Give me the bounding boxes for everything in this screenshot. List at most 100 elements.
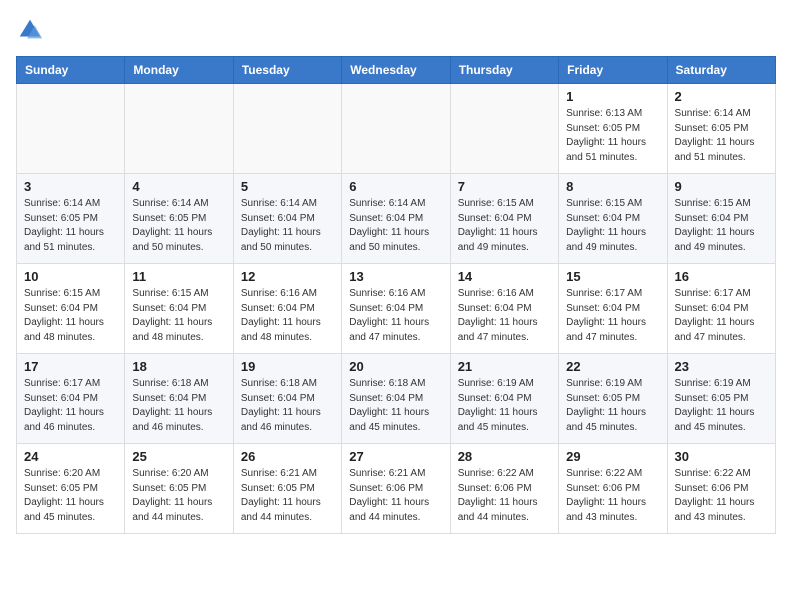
calendar-header-tuesday: Tuesday bbox=[233, 57, 341, 84]
calendar-cell bbox=[450, 84, 558, 174]
day-info: Sunrise: 6:14 AM Sunset: 6:04 PM Dayligh… bbox=[241, 197, 334, 255]
calendar-cell: 3Sunrise: 6:14 AM Sunset: 6:05 PM Daylig… bbox=[17, 174, 125, 264]
calendar-cell: 9 Sunrise: 6:15 AM Sunset: 6:04 PM Daylig… bbox=[667, 174, 775, 264]
day-number: 18 bbox=[132, 359, 225, 374]
day-info: Sunrise: 6:19 AM Sunset: 6:05 PM Dayligh… bbox=[675, 377, 768, 435]
calendar-cell: 23 Sunrise: 6:19 AM Sunset: 6:05 PM Dayli… bbox=[667, 354, 775, 444]
day-number: 30 bbox=[675, 449, 768, 464]
calendar-table: SundayMondayTuesdayWednesdayThursdayFrid… bbox=[16, 56, 776, 534]
day-info: Sunrise: 6:19 AM Sunset: 6:04 PM Dayligh… bbox=[458, 377, 551, 435]
day-info: Sunrise: 6:19 AM Sunset: 6:05 PM Dayligh… bbox=[566, 377, 659, 435]
day-number: 17 bbox=[24, 359, 117, 374]
day-info: Sunrise: 6:21 AM Sunset: 6:05 PM Dayligh… bbox=[241, 467, 334, 525]
day-number: 21 bbox=[458, 359, 551, 374]
logo bbox=[16, 16, 50, 44]
day-number: 12 bbox=[241, 269, 334, 284]
day-number: 16 bbox=[675, 269, 768, 284]
day-number: 27 bbox=[349, 449, 442, 464]
calendar-cell: 2 Sunrise: 6:14 AM Sunset: 6:05 PM Daylig… bbox=[667, 84, 775, 174]
calendar-header-friday: Friday bbox=[559, 57, 667, 84]
calendar-cell: 22 Sunrise: 6:19 AM Sunset: 6:05 PM Dayli… bbox=[559, 354, 667, 444]
day-info: Sunrise: 6:17 AM Sunset: 6:04 PM Dayligh… bbox=[566, 287, 659, 345]
day-number: 9 bbox=[675, 179, 768, 194]
day-info: Sunrise: 6:21 AM Sunset: 6:06 PM Dayligh… bbox=[349, 467, 442, 525]
day-info: Sunrise: 6:17 AM Sunset: 6:04 PM Dayligh… bbox=[24, 377, 117, 435]
day-number: 28 bbox=[458, 449, 551, 464]
calendar-cell: 15Sunrise: 6:17 AM Sunset: 6:04 PM Dayli… bbox=[559, 264, 667, 354]
day-info: Sunrise: 6:15 AM Sunset: 6:04 PM Dayligh… bbox=[24, 287, 117, 345]
day-number: 7 bbox=[458, 179, 551, 194]
calendar-cell: 19 Sunrise: 6:18 AM Sunset: 6:04 PM Dayli… bbox=[233, 354, 341, 444]
page-header bbox=[16, 16, 776, 44]
calendar-cell: 8Sunrise: 6:15 AM Sunset: 6:04 PM Daylig… bbox=[559, 174, 667, 264]
calendar-header-thursday: Thursday bbox=[450, 57, 558, 84]
day-info: Sunrise: 6:22 AM Sunset: 6:06 PM Dayligh… bbox=[566, 467, 659, 525]
day-info: Sunrise: 6:15 AM Sunset: 6:04 PM Dayligh… bbox=[132, 287, 225, 345]
day-info: Sunrise: 6:17 AM Sunset: 6:04 PM Dayligh… bbox=[675, 287, 768, 345]
day-number: 6 bbox=[349, 179, 442, 194]
day-number: 20 bbox=[349, 359, 442, 374]
calendar-cell bbox=[17, 84, 125, 174]
day-number: 11 bbox=[132, 269, 225, 284]
calendar-week-row: 1 Sunrise: 6:13 AM Sunset: 6:05 PM Daylig… bbox=[17, 84, 776, 174]
day-info: Sunrise: 6:18 AM Sunset: 6:04 PM Dayligh… bbox=[349, 377, 442, 435]
calendar-cell: 18 Sunrise: 6:18 AM Sunset: 6:04 PM Dayli… bbox=[125, 354, 233, 444]
calendar-cell: 13 Sunrise: 6:16 AM Sunset: 6:04 PM Dayli… bbox=[342, 264, 450, 354]
calendar-week-row: 17 Sunrise: 6:17 AM Sunset: 6:04 PM Dayli… bbox=[17, 354, 776, 444]
calendar-header-monday: Monday bbox=[125, 57, 233, 84]
calendar-header-row: SundayMondayTuesdayWednesdayThursdayFrid… bbox=[17, 57, 776, 84]
calendar-cell: 16 Sunrise: 6:17 AM Sunset: 6:04 PM Dayli… bbox=[667, 264, 775, 354]
day-number: 25 bbox=[132, 449, 225, 464]
calendar-cell: 27 Sunrise: 6:21 AM Sunset: 6:06 PM Dayli… bbox=[342, 444, 450, 534]
calendar-cell: 10 Sunrise: 6:15 AM Sunset: 6:04 PM Dayli… bbox=[17, 264, 125, 354]
day-info: Sunrise: 6:15 AM Sunset: 6:04 PM Dayligh… bbox=[458, 197, 551, 255]
day-number: 10 bbox=[24, 269, 117, 284]
calendar-cell: 21 Sunrise: 6:19 AM Sunset: 6:04 PM Dayli… bbox=[450, 354, 558, 444]
day-number: 22 bbox=[566, 359, 659, 374]
day-info: Sunrise: 6:14 AM Sunset: 6:05 PM Dayligh… bbox=[132, 197, 225, 255]
calendar-cell: 6 Sunrise: 6:14 AM Sunset: 6:04 PM Daylig… bbox=[342, 174, 450, 264]
day-info: Sunrise: 6:20 AM Sunset: 6:05 PM Dayligh… bbox=[132, 467, 225, 525]
day-number: 1 bbox=[566, 89, 659, 104]
day-info: Sunrise: 6:16 AM Sunset: 6:04 PM Dayligh… bbox=[458, 287, 551, 345]
day-info: Sunrise: 6:14 AM Sunset: 6:04 PM Dayligh… bbox=[349, 197, 442, 255]
calendar-cell: 11 Sunrise: 6:15 AM Sunset: 6:04 PM Dayli… bbox=[125, 264, 233, 354]
calendar-week-row: 3Sunrise: 6:14 AM Sunset: 6:05 PM Daylig… bbox=[17, 174, 776, 264]
calendar-week-row: 10 Sunrise: 6:15 AM Sunset: 6:04 PM Dayli… bbox=[17, 264, 776, 354]
calendar-cell: 14Sunrise: 6:16 AM Sunset: 6:04 PM Dayli… bbox=[450, 264, 558, 354]
day-number: 2 bbox=[675, 89, 768, 104]
calendar-header-sunday: Sunday bbox=[17, 57, 125, 84]
day-info: Sunrise: 6:16 AM Sunset: 6:04 PM Dayligh… bbox=[241, 287, 334, 345]
day-number: 23 bbox=[675, 359, 768, 374]
logo-icon bbox=[16, 16, 44, 44]
day-info: Sunrise: 6:22 AM Sunset: 6:06 PM Dayligh… bbox=[458, 467, 551, 525]
day-number: 26 bbox=[241, 449, 334, 464]
day-number: 19 bbox=[241, 359, 334, 374]
day-info: Sunrise: 6:15 AM Sunset: 6:04 PM Dayligh… bbox=[566, 197, 659, 255]
day-info: Sunrise: 6:13 AM Sunset: 6:05 PM Dayligh… bbox=[566, 107, 659, 165]
day-info: Sunrise: 6:18 AM Sunset: 6:04 PM Dayligh… bbox=[241, 377, 334, 435]
calendar-cell: 4 Sunrise: 6:14 AM Sunset: 6:05 PM Daylig… bbox=[125, 174, 233, 264]
calendar-header-saturday: Saturday bbox=[667, 57, 775, 84]
day-number: 5 bbox=[241, 179, 334, 194]
calendar-cell: 26 Sunrise: 6:21 AM Sunset: 6:05 PM Dayli… bbox=[233, 444, 341, 534]
day-info: Sunrise: 6:22 AM Sunset: 6:06 PM Dayligh… bbox=[675, 467, 768, 525]
calendar-cell: 25 Sunrise: 6:20 AM Sunset: 6:05 PM Dayli… bbox=[125, 444, 233, 534]
day-info: Sunrise: 6:18 AM Sunset: 6:04 PM Dayligh… bbox=[132, 377, 225, 435]
day-number: 13 bbox=[349, 269, 442, 284]
day-info: Sunrise: 6:15 AM Sunset: 6:04 PM Dayligh… bbox=[675, 197, 768, 255]
calendar-cell: 24Sunrise: 6:20 AM Sunset: 6:05 PM Dayli… bbox=[17, 444, 125, 534]
day-number: 24 bbox=[24, 449, 117, 464]
calendar-cell: 29 Sunrise: 6:22 AM Sunset: 6:06 PM Dayli… bbox=[559, 444, 667, 534]
calendar-header-wednesday: Wednesday bbox=[342, 57, 450, 84]
calendar-cell: 20 Sunrise: 6:18 AM Sunset: 6:04 PM Dayli… bbox=[342, 354, 450, 444]
day-info: Sunrise: 6:16 AM Sunset: 6:04 PM Dayligh… bbox=[349, 287, 442, 345]
calendar-cell: 30 Sunrise: 6:22 AM Sunset: 6:06 PM Dayli… bbox=[667, 444, 775, 534]
calendar-cell bbox=[125, 84, 233, 174]
calendar-cell bbox=[233, 84, 341, 174]
calendar-cell: 17 Sunrise: 6:17 AM Sunset: 6:04 PM Dayli… bbox=[17, 354, 125, 444]
day-info: Sunrise: 6:14 AM Sunset: 6:05 PM Dayligh… bbox=[675, 107, 768, 165]
calendar-cell: 28 Sunrise: 6:22 AM Sunset: 6:06 PM Dayli… bbox=[450, 444, 558, 534]
day-number: 4 bbox=[132, 179, 225, 194]
day-number: 29 bbox=[566, 449, 659, 464]
